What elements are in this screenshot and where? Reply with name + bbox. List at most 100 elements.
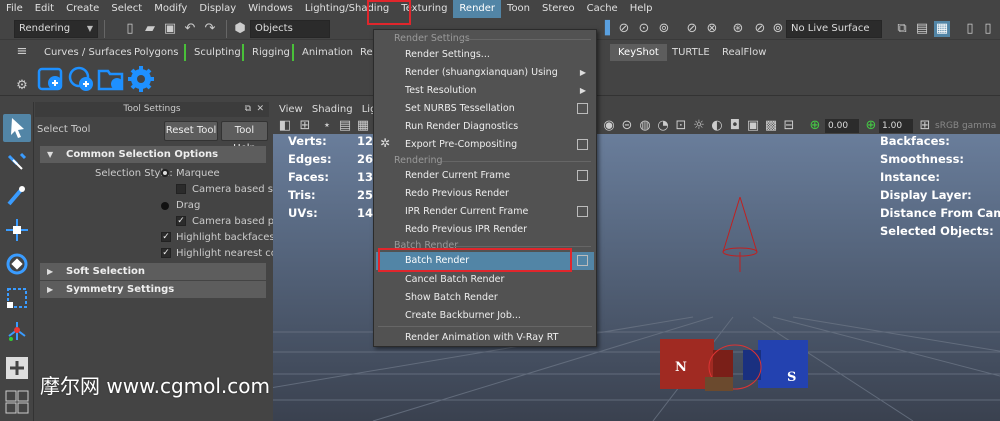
menu-file[interactable]: File — [0, 0, 29, 18]
undo-icon[interactable]: ↶ — [182, 21, 198, 37]
render-view-icon[interactable]: ⧉ — [894, 21, 910, 37]
textured-icon[interactable]: ⊡ — [673, 118, 689, 134]
menu-item-redo-previous-ipr[interactable]: Redo Previous IPR Render — [376, 221, 594, 239]
selection-mode-icon[interactable]: ⬢ — [232, 21, 248, 37]
keyshot-settings-icon[interactable] — [127, 65, 155, 93]
option-box-icon[interactable] — [577, 206, 588, 217]
menuset-dropdown[interactable]: Rendering ▼ — [14, 20, 98, 38]
hypershade-icon[interactable]: ▯ — [980, 21, 996, 37]
shelf-tab-realflow[interactable]: RealFlow — [714, 44, 774, 61]
exposure-field[interactable]: 0.00 — [825, 119, 859, 133]
menu-render[interactable]: Render — [453, 0, 502, 18]
menu-item-cancel-batch-render[interactable]: Cancel Batch Render — [376, 271, 594, 289]
option-box-icon[interactable] — [577, 255, 588, 266]
layout-four-pane-icon[interactable] — [3, 388, 31, 416]
menu-cache[interactable]: Cache — [581, 0, 624, 18]
menu-item-nurbs-tessellation[interactable]: Set NURBS Tessellation — [376, 100, 594, 118]
bookmark-icon[interactable]: ⋆ — [319, 118, 335, 134]
shelf-menu-icon[interactable]: ≡ — [14, 44, 30, 60]
menu-windows[interactable]: Windows — [242, 0, 299, 18]
isolate-select-icon[interactable]: ◉ — [601, 118, 617, 134]
option-box-icon[interactable] — [577, 170, 588, 181]
menu-select[interactable]: Select — [105, 0, 148, 18]
gamma-icon[interactable]: ⊕ — [863, 118, 879, 134]
snap-surface-icon[interactable]: ⊘ — [684, 21, 700, 37]
tool-help-button[interactable]: Tool Help — [221, 121, 268, 154]
select-tool-icon[interactable] — [3, 114, 31, 142]
lasso-tool-icon[interactable] — [3, 148, 31, 176]
keyshot-folder-icon[interactable] — [97, 65, 125, 93]
menu-create[interactable]: Create — [60, 0, 105, 18]
menu-item-render-settings[interactable]: Render Settings... — [376, 46, 594, 64]
menu-item-create-backburner-job[interactable]: Create Backburner Job... — [376, 307, 594, 325]
selection-mask-dropdown[interactable]: Objects — [250, 20, 330, 38]
move-tool-icon[interactable] — [3, 216, 31, 244]
render-frame-icon[interactable]: ▤ — [914, 21, 930, 37]
snap-view-plane-icon[interactable]: ⊚ — [656, 21, 672, 37]
shelf-tab-curves-surfaces[interactable]: Curves / Surfaces — [36, 44, 140, 61]
xray-icon[interactable]: ⊝ — [619, 118, 635, 134]
menu-modify[interactable]: Modify — [148, 0, 193, 18]
new-scene-icon[interactable]: ▯ — [122, 21, 138, 37]
render-settings-icon[interactable]: ▯ — [962, 21, 978, 37]
menu-item-batch-render[interactable]: Batch Render — [376, 252, 594, 270]
depth-of-field-icon[interactable]: ⊟ — [781, 118, 797, 134]
camera-attributes-icon[interactable]: ⊞ — [297, 118, 313, 134]
menu-stereo[interactable]: Stereo — [536, 0, 581, 18]
drag-radio[interactable] — [161, 202, 169, 210]
keyshot-link-icon[interactable] — [37, 65, 65, 93]
inputs-icon[interactable]: ⊘ — [752, 21, 768, 37]
reset-tool-button[interactable]: Reset Tool — [164, 121, 218, 141]
ipr-render-icon[interactable]: ▦ — [934, 21, 950, 37]
camera-based-selection-checkbox[interactable] — [176, 184, 186, 194]
scale-tool-icon[interactable] — [3, 284, 31, 312]
layout-single-pane-icon[interactable] — [3, 354, 31, 382]
history-icon[interactable]: ⊛ — [730, 21, 746, 37]
shelf-tab-polygons[interactable]: Polygons — [126, 44, 187, 61]
save-scene-icon[interactable]: ▣ — [162, 21, 178, 37]
use-all-lights-icon[interactable]: ☼ — [691, 118, 707, 134]
keyshot-add-icon[interactable] — [67, 65, 95, 93]
menu-texturing[interactable]: Texturing — [395, 0, 453, 18]
shelf-tab-turtle[interactable]: TURTLE — [664, 44, 718, 61]
menu-item-render-diagnostics[interactable]: Run Render Diagnostics — [376, 118, 594, 136]
shelf-tab-animation[interactable]: Animation — [292, 44, 361, 61]
shelf-tab-sculpting[interactable]: Sculpting — [184, 44, 249, 61]
soft-selection-section[interactable]: ▶ Soft Selection — [40, 263, 266, 280]
menu-item-ipr-render-current-frame[interactable]: IPR Render Current Frame — [376, 203, 594, 221]
anti-aliasing-icon[interactable]: ▩ — [763, 118, 779, 134]
menu-item-render-current-frame[interactable]: Render Current Frame — [376, 167, 594, 185]
menu-item-show-batch-render[interactable]: Show Batch Render — [376, 289, 594, 307]
menu-edit[interactable]: Edit — [29, 0, 60, 18]
shelf-gear-icon[interactable]: ⚙ — [14, 78, 30, 94]
gamma-field[interactable]: 1.00 — [879, 119, 913, 133]
outputs-icon[interactable]: ⊚ — [770, 21, 786, 37]
marquee-radio[interactable] — [161, 169, 169, 177]
grid-toggle-icon[interactable]: ▦ — [355, 118, 371, 134]
option-box-icon[interactable] — [577, 103, 588, 114]
highlight-nearest-checkbox[interactable]: ✓ — [161, 248, 171, 258]
shadows-icon[interactable]: ◐ — [709, 118, 725, 134]
snap-point-icon[interactable]: ⊙ — [636, 21, 652, 37]
motion-blur-icon[interactable]: ▣ — [745, 118, 761, 134]
menu-toon[interactable]: Toon — [501, 0, 536, 18]
paint-select-tool-icon[interactable] — [3, 182, 31, 210]
rotate-tool-icon[interactable] — [3, 250, 31, 278]
float-panel-icon[interactable]: ⧉ — [245, 102, 251, 117]
close-icon[interactable]: ✕ — [256, 102, 264, 117]
menu-item-render-using[interactable]: Render (shuangxianquan) Using ▶ — [376, 64, 594, 82]
open-scene-icon[interactable]: ▰ — [142, 21, 158, 37]
menu-display[interactable]: Display — [193, 0, 242, 18]
menu-item-redo-previous-render[interactable]: Redo Previous Render — [376, 185, 594, 203]
exposure-icon[interactable]: ⊕ — [807, 118, 823, 134]
redo-icon[interactable]: ↷ — [202, 21, 218, 37]
snap-curve-icon[interactable]: ⊘ — [616, 21, 632, 37]
universal-manip-icon[interactable] — [3, 318, 31, 346]
option-box-icon[interactable] — [577, 139, 588, 150]
shelf-tab-keyshot[interactable]: KeyShot — [610, 44, 667, 61]
color-space-label[interactable]: sRGB gamma — [935, 121, 996, 131]
image-plane-icon[interactable]: ▤ — [337, 118, 353, 134]
highlight-backfaces-checkbox[interactable]: ✓ — [161, 232, 171, 242]
menu-item-test-resolution[interactable]: Test Resolution ▶ — [376, 82, 594, 100]
smooth-shade-icon[interactable]: ◔ — [655, 118, 671, 134]
